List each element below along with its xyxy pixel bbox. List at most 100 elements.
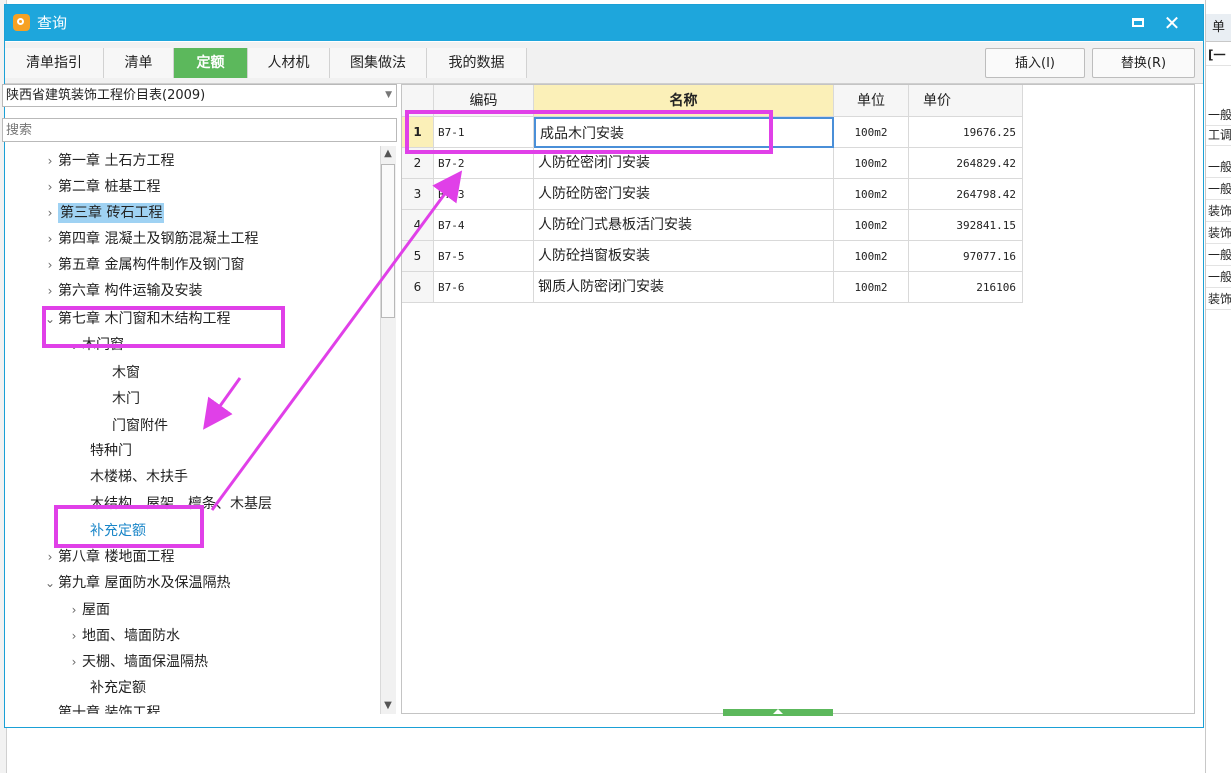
row-number[interactable]: 2 xyxy=(402,148,434,179)
cell-name-selected[interactable]: 成品木门安装 xyxy=(534,117,834,148)
chevron-right-icon[interactable]: › xyxy=(42,253,58,278)
chevron-right-icon[interactable]: › xyxy=(42,149,58,174)
quota-library-value: 陕西省建筑装饰工程价目表(2009) xyxy=(6,88,206,103)
cell-code[interactable]: B7-4 xyxy=(434,210,534,241)
cell-price[interactable]: 97077.16 xyxy=(909,241,1023,272)
replace-button[interactable]: 替换(R) xyxy=(1092,48,1195,78)
tree-item[interactable]: 木结构、屋架、檩条、木基层 xyxy=(90,492,272,517)
tree-item[interactable]: 门窗附件 xyxy=(112,414,168,439)
cell-name[interactable]: 人防砼门式悬板活门安装 xyxy=(534,210,834,241)
search-input[interactable] xyxy=(2,118,397,142)
row-number[interactable]: 4 xyxy=(402,210,434,241)
scroll-up-icon[interactable]: ▲ xyxy=(381,146,395,162)
cell-unit[interactable]: 100m2 xyxy=(834,179,909,210)
row-number[interactable]: 5 xyxy=(402,241,434,272)
tab-my-data[interactable]: 我的数据 xyxy=(427,48,527,78)
cell-code[interactable]: B7-2 xyxy=(434,148,534,179)
cell-price[interactable]: 216106 xyxy=(909,272,1023,303)
quota-grid: 编码 名称 单位 单价 1 B7-1 成品木门安装 100m2 19676.25… xyxy=(401,84,1195,714)
dialog-titlebar[interactable]: 查询 ✕ xyxy=(5,5,1203,41)
row-number[interactable]: 3 xyxy=(402,179,434,210)
chevron-right-icon[interactable]: › xyxy=(42,227,58,252)
insert-button[interactable]: 插入(I) xyxy=(985,48,1085,78)
maximize-icon[interactable] xyxy=(1132,18,1144,27)
row-number[interactable]: 1 xyxy=(402,117,434,148)
background-cell: 装饰 xyxy=(1206,200,1231,222)
tree-item[interactable]: › 地面、墙面防水 xyxy=(66,624,180,649)
cell-code[interactable]: B7-6 xyxy=(434,272,534,303)
background-column-header: 单 xyxy=(1206,14,1231,42)
tree-item[interactable]: › 第五章 金属构件制作及钢门窗 xyxy=(42,253,245,278)
chevron-right-icon[interactable]: › xyxy=(42,201,58,226)
cell-price[interactable]: 264829.42 xyxy=(909,148,1023,179)
background-cell: 一般 xyxy=(1206,156,1231,178)
tree-scrollbar-thumb[interactable] xyxy=(381,164,395,318)
dialog-title: 查询 xyxy=(37,14,68,32)
tab-list-guide[interactable]: 清单指引 xyxy=(5,48,104,78)
cell-name[interactable]: 人防砼挡窗板安装 xyxy=(534,241,834,272)
cell-unit[interactable]: 100m2 xyxy=(834,148,909,179)
tab-atlas-method[interactable]: 图集做法 xyxy=(330,48,427,78)
tree-item[interactable]: ⌄ 木门窗 xyxy=(66,333,124,358)
column-header-unit[interactable]: 单位 xyxy=(834,85,909,117)
tree-item[interactable]: 木楼梯、木扶手 xyxy=(90,465,188,490)
chevron-down-icon[interactable]: ⌄ xyxy=(42,571,58,596)
tree-item[interactable]: 特种门 xyxy=(90,439,132,464)
chevron-down-icon[interactable]: ⌄ xyxy=(42,701,58,714)
tree-item[interactable]: › 第二章 桩基工程 xyxy=(42,175,161,200)
chevron-right-icon[interactable]: › xyxy=(42,545,58,570)
tree-item[interactable]: › 天棚、墙面保温隔热 xyxy=(66,650,208,675)
cell-price[interactable]: 392841.15 xyxy=(909,210,1023,241)
background-cell: 一般 xyxy=(1206,104,1231,126)
tab-quota[interactable]: 定额 xyxy=(174,48,248,78)
chevron-right-icon[interactable]: › xyxy=(66,598,82,623)
quota-library-select[interactable]: 陕西省建筑装饰工程价目表(2009) ▼ xyxy=(2,84,397,107)
tree-item[interactable]: ⌄ 第九章 屋面防水及保温隔热 xyxy=(42,571,230,596)
cell-name[interactable]: 钢质人防密闭门安装 xyxy=(534,272,834,303)
cell-name[interactable]: 人防砼密闭门安装 xyxy=(534,148,834,179)
tab-list[interactable]: 清单 xyxy=(104,48,174,78)
column-header-price[interactable]: 单价 xyxy=(909,85,1023,117)
tree-item[interactable]: › 第四章 混凝土及钢筋混凝土工程 xyxy=(42,227,259,252)
tree-item[interactable]: 木窗 xyxy=(112,361,140,386)
panel-resize-handle[interactable] xyxy=(723,709,833,716)
tree-item[interactable]: › 屋面 xyxy=(66,598,110,623)
cell-code[interactable]: B7-5 xyxy=(434,241,534,272)
cell-unit[interactable]: 100m2 xyxy=(834,117,909,148)
tree-item-selected[interactable]: › 第三章 砖石工程 xyxy=(42,201,165,226)
tree-item[interactable]: › 第一章 土石方工程 xyxy=(42,149,175,174)
chevron-right-icon[interactable]: › xyxy=(66,650,82,675)
cell-unit[interactable]: 100m2 xyxy=(834,241,909,272)
close-button[interactable]: ✕ xyxy=(1160,11,1184,35)
tree-item[interactable]: 木门 xyxy=(112,387,140,412)
cell-name[interactable]: 人防砼防密门安装 xyxy=(534,179,834,210)
tree-item-supplement-quota[interactable]: 补充定额 xyxy=(90,519,146,544)
tree-item[interactable]: ⌄ 第十章 装饰工程 xyxy=(42,701,160,714)
column-header-code[interactable]: 编码 xyxy=(434,85,534,117)
background-cell: 一般 xyxy=(1206,244,1231,266)
tree-item[interactable]: › 第八章 楼地面工程 xyxy=(42,545,175,570)
grid-corner xyxy=(402,85,434,117)
chevron-right-icon[interactable]: › xyxy=(42,175,58,200)
cell-price[interactable]: 264798.42 xyxy=(909,179,1023,210)
background-app-right-panel: 单 [一 一般 工调 一般 一般 装饰 装饰 一般 一般 装饰 xyxy=(1205,0,1231,773)
tree-item[interactable]: › 第六章 构件运输及安装 xyxy=(42,279,203,304)
chevron-down-icon[interactable]: ⌄ xyxy=(42,307,58,332)
chapter-tree: › 第一章 土石方工程 › 第二章 桩基工程 › 第三章 砖石工程 › 第四章 混凝土及… xyxy=(2,146,380,714)
chevron-right-icon[interactable]: › xyxy=(66,624,82,649)
scroll-down-icon[interactable]: ▼ xyxy=(381,698,395,714)
cell-unit[interactable]: 100m2 xyxy=(834,272,909,303)
chevron-right-icon[interactable]: › xyxy=(42,279,58,304)
cell-code[interactable]: B7-3 xyxy=(434,179,534,210)
chevron-down-icon: ▼ xyxy=(385,90,392,100)
cell-unit[interactable]: 100m2 xyxy=(834,210,909,241)
tree-item-chapter-7[interactable]: ⌄ 第七章 木门窗和木结构工程 xyxy=(42,307,230,332)
tree-item[interactable]: 补充定额 xyxy=(90,676,146,701)
tab-labor-material-machine[interactable]: 人材机 xyxy=(248,48,330,78)
cell-code[interactable]: B7-1 xyxy=(434,117,534,148)
cell-price[interactable]: 19676.25 xyxy=(909,117,1023,148)
background-group-label: [一 xyxy=(1206,44,1231,66)
row-number[interactable]: 6 xyxy=(402,272,434,303)
chevron-down-icon[interactable]: ⌄ xyxy=(66,333,82,358)
column-header-name[interactable]: 名称 xyxy=(534,85,834,117)
